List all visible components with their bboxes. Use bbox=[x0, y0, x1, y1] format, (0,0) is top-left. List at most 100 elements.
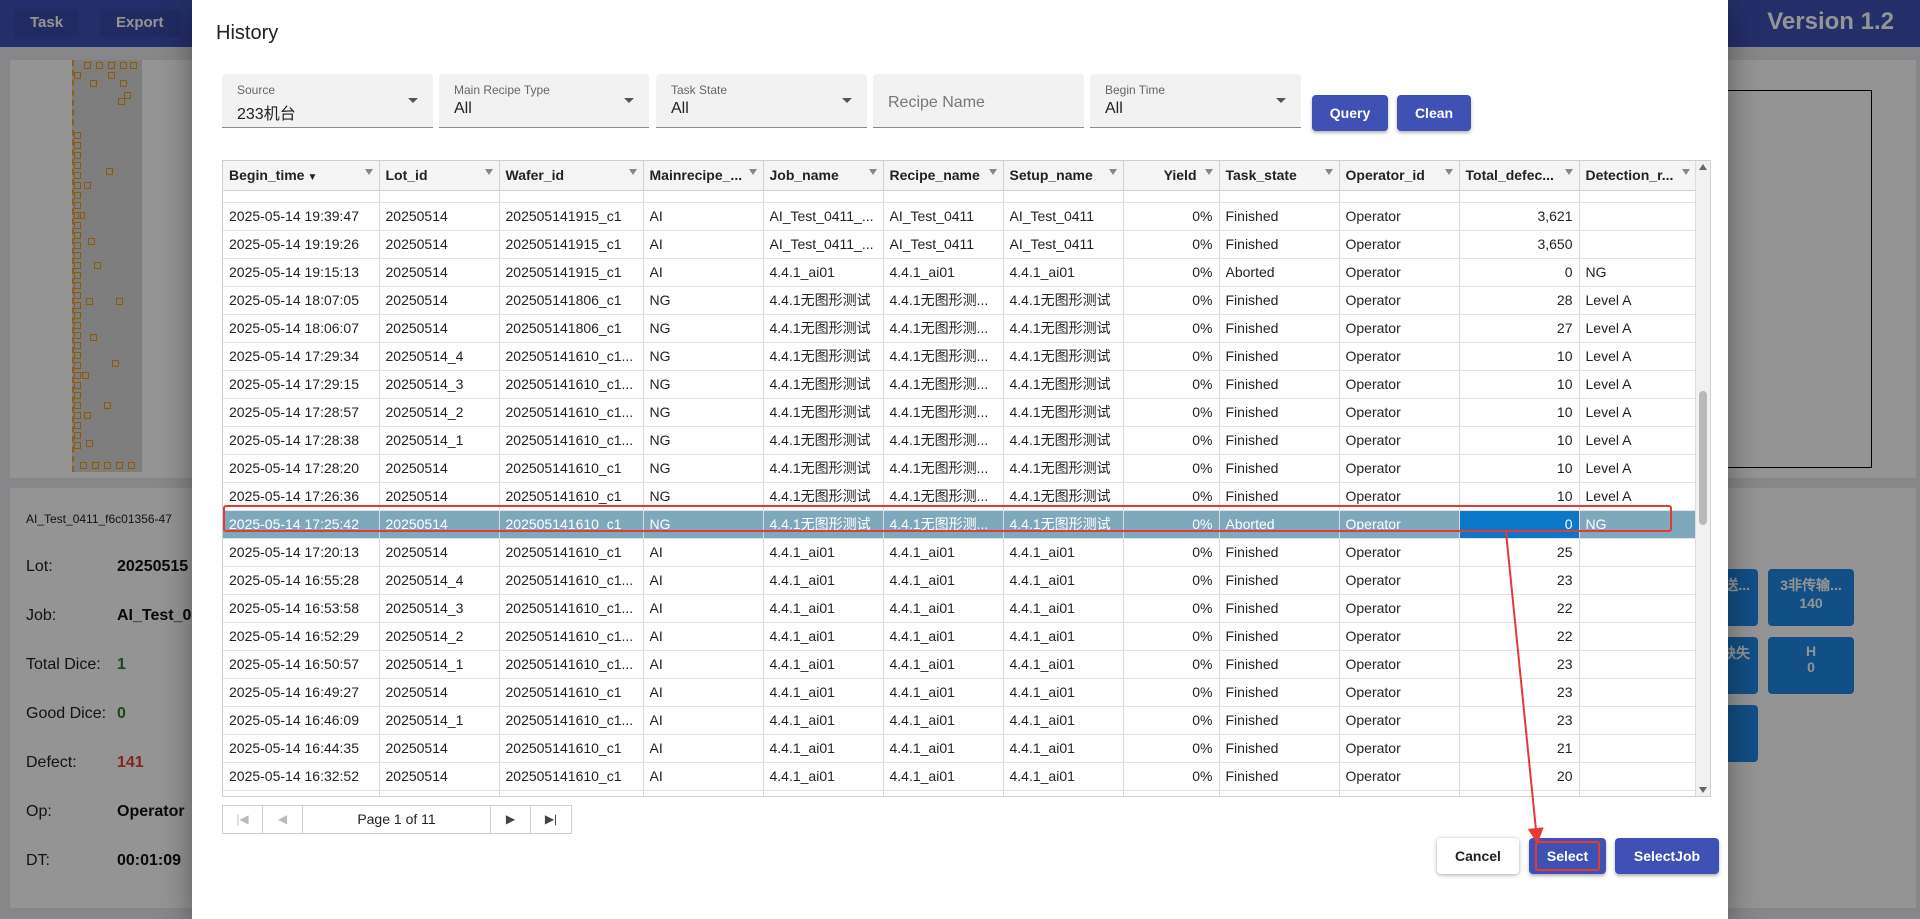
selectjob-button[interactable]: SelectJob bbox=[1615, 838, 1719, 874]
table-cell: Finished bbox=[1219, 734, 1340, 763]
table-row[interactable]: 2025-05-14 16:30:0220250514202505141610_… bbox=[223, 790, 1697, 796]
table-vertical-scrollbar[interactable] bbox=[1695, 161, 1710, 796]
table-cell: Level A bbox=[1579, 314, 1697, 343]
table-cell: Finished bbox=[1219, 706, 1340, 735]
table-row[interactable]: 2025-05-14 16:49:27 20250514 202505141610_… bbox=[223, 678, 1697, 707]
table-cell: 202505141610_c1... bbox=[499, 566, 644, 595]
pagination-bar: |◀ ◀ Page 1 of 11 ▶ ▶| bbox=[222, 805, 572, 834]
column-header[interactable]: Recipe_name bbox=[883, 161, 1004, 191]
sort-desc-icon[interactable]: ▼ bbox=[307, 172, 317, 183]
table-row[interactable]: 2025-05-14 16:53:58 20250514_3 20250514161… bbox=[223, 594, 1697, 623]
table-cell: 4.4.1_ai01 bbox=[1003, 790, 1124, 796]
table-cell: AI_Test_0411 bbox=[883, 230, 1004, 259]
table-row[interactable]: 2025-05-14 17:28:20 20250514 202505141610_… bbox=[223, 454, 1697, 483]
filter-icon[interactable] bbox=[1324, 169, 1333, 175]
table-row-partial[interactable] bbox=[223, 190, 1697, 203]
table-cell: Operator bbox=[1339, 314, 1460, 343]
column-header[interactable]: Lot_id bbox=[379, 161, 500, 191]
filter-icon[interactable] bbox=[484, 169, 493, 175]
column-header[interactable]: Wafer_id bbox=[499, 161, 644, 191]
column-header[interactable]: Yield bbox=[1123, 161, 1220, 191]
select-button[interactable]: Select bbox=[1529, 838, 1606, 874]
table-cell bbox=[643, 190, 764, 203]
table-row[interactable]: 2025-05-14 19:39:47 20250514 202505141915_… bbox=[223, 202, 1697, 231]
filter-icon[interactable] bbox=[868, 169, 877, 175]
table-row[interactable]: 2025-05-14 16:50:57 20250514_1 20250514161… bbox=[223, 650, 1697, 679]
column-header[interactable]: Begin_time ▼ bbox=[223, 161, 380, 191]
table-cell: 0% bbox=[1123, 202, 1220, 231]
next-page-button[interactable]: ▶ bbox=[491, 806, 531, 833]
begin-time-select[interactable]: Begin Time All bbox=[1090, 74, 1301, 128]
main-recipe-type-select[interactable]: Main Recipe Type All bbox=[439, 74, 649, 128]
column-header[interactable]: Mainrecipe_... bbox=[643, 161, 764, 191]
table-row[interactable]: 2025-05-14 17:28:38 20250514_1 20250514161… bbox=[223, 426, 1697, 455]
table-cell: NG bbox=[643, 314, 764, 343]
table-cell: 4.4.1无图形测... bbox=[883, 342, 1004, 371]
table-row[interactable]: 2025-05-14 18:07:05 20250514 202505141806_… bbox=[223, 286, 1697, 315]
table-cell: AI_Test_0411 bbox=[1003, 230, 1124, 259]
last-page-button[interactable]: ▶| bbox=[531, 806, 571, 833]
column-header[interactable]: Detection_r... bbox=[1579, 161, 1697, 191]
table-cell: 4.4.1无图形测... bbox=[883, 314, 1004, 343]
table-cell: AI bbox=[643, 538, 764, 567]
clean-button[interactable]: Clean bbox=[1397, 95, 1471, 131]
table-cell: 20250514_4 bbox=[379, 566, 500, 595]
table-row[interactable]: 2025-05-14 16:55:28 20250514_4 20250514161… bbox=[223, 566, 1697, 595]
column-header[interactable]: Operator_id bbox=[1339, 161, 1460, 191]
table-row[interactable]: 2025-05-14 17:29:34 20250514_4 20250514161… bbox=[223, 342, 1697, 371]
table-row[interactable]: 2025-05-14 17:26:36 20250514 202505141610_… bbox=[223, 482, 1697, 511]
table-cell: 2025-05-14 17:28:20 bbox=[223, 454, 380, 483]
filter-icon[interactable] bbox=[364, 169, 373, 175]
main-recipe-type-label: Main Recipe Type bbox=[454, 83, 550, 97]
table-row[interactable]: 2025-05-14 19:19:26 20250514 202505141915_… bbox=[223, 230, 1697, 259]
filter-icon[interactable] bbox=[1681, 169, 1690, 175]
scroll-up-icon[interactable] bbox=[1699, 164, 1707, 170]
table-cell: Operator bbox=[1339, 258, 1460, 287]
column-header[interactable]: Total_defec... bbox=[1459, 161, 1580, 191]
filter-icon[interactable] bbox=[988, 169, 997, 175]
task-state-select[interactable]: Task State All bbox=[656, 74, 867, 128]
scroll-down-icon[interactable] bbox=[1699, 787, 1707, 793]
table-cell: 2025-05-14 16:52:29 bbox=[223, 622, 380, 651]
filter-icon[interactable] bbox=[748, 169, 757, 175]
scrollbar-thumb[interactable] bbox=[1699, 391, 1707, 525]
table-row[interactable]: 2025-05-14 18:06:07 20250514 202505141806_… bbox=[223, 314, 1697, 343]
table-cell: 4.4.1_ai01 bbox=[763, 706, 884, 735]
table-cell: 4.4.1无图形测试 bbox=[763, 510, 884, 539]
table-row[interactable]: 2025-05-14 17:29:15 20250514_3 20250514161… bbox=[223, 370, 1697, 399]
cancel-button[interactable]: Cancel bbox=[1437, 838, 1519, 874]
table-cell: 2025-05-14 17:29:15 bbox=[223, 370, 380, 399]
table-cell: Finished bbox=[1219, 650, 1340, 679]
previous-page-button[interactable]: ◀ bbox=[263, 806, 303, 833]
filter-icon[interactable] bbox=[1444, 169, 1453, 175]
table-cell: 10 bbox=[1459, 426, 1580, 455]
table-cell bbox=[1579, 566, 1697, 595]
table-row[interactable]: 2025-05-14 16:52:29 20250514_2 20250514161… bbox=[223, 622, 1697, 651]
source-select[interactable]: Source 233机台 bbox=[222, 74, 433, 128]
table-cell bbox=[763, 190, 884, 203]
table-cell: 23 bbox=[1459, 566, 1580, 595]
table-row[interactable]: 2025-05-14 16:46:09 20250514_1 20250514161… bbox=[223, 706, 1697, 735]
table-row[interactable]: 2025-05-14 17:20:13 20250514 202505141610_… bbox=[223, 538, 1697, 567]
table-cell bbox=[1003, 190, 1124, 203]
table-row[interactable]: 2025-05-14 16:44:35 20250514 202505141610_… bbox=[223, 734, 1697, 763]
table-cell: 4.4.1_ai01 bbox=[763, 734, 884, 763]
table-row[interactable]: 2025-05-14 16:32:52 20250514 202505141610_… bbox=[223, 762, 1697, 791]
column-header[interactable]: Task_state bbox=[1219, 161, 1340, 191]
query-button[interactable]: Query bbox=[1312, 95, 1388, 131]
recipe-name-input[interactable]: Recipe Name bbox=[873, 74, 1084, 128]
table-cell: Operator bbox=[1339, 454, 1460, 483]
table-row[interactable]: 2025-05-14 17:28:57 20250514_2 20250514161… bbox=[223, 398, 1697, 427]
table-cell: 202505141610_c1... bbox=[499, 342, 644, 371]
table-row-selected[interactable]: 2025-05-14 17:25:42 20250514 202505141610_… bbox=[223, 510, 1697, 539]
column-header[interactable]: Job_name bbox=[763, 161, 884, 191]
first-page-button[interactable]: |◀ bbox=[223, 806, 263, 833]
table-cell: Operator bbox=[1339, 622, 1460, 651]
filter-icon[interactable] bbox=[1564, 169, 1573, 175]
table-cell: Operator bbox=[1339, 510, 1460, 539]
column-header[interactable]: Setup_name bbox=[1003, 161, 1124, 191]
filter-icon[interactable] bbox=[1204, 169, 1213, 175]
filter-icon[interactable] bbox=[628, 169, 637, 175]
filter-icon[interactable] bbox=[1108, 169, 1117, 175]
table-row[interactable]: 2025-05-14 19:15:13 20250514 202505141915_… bbox=[223, 258, 1697, 287]
